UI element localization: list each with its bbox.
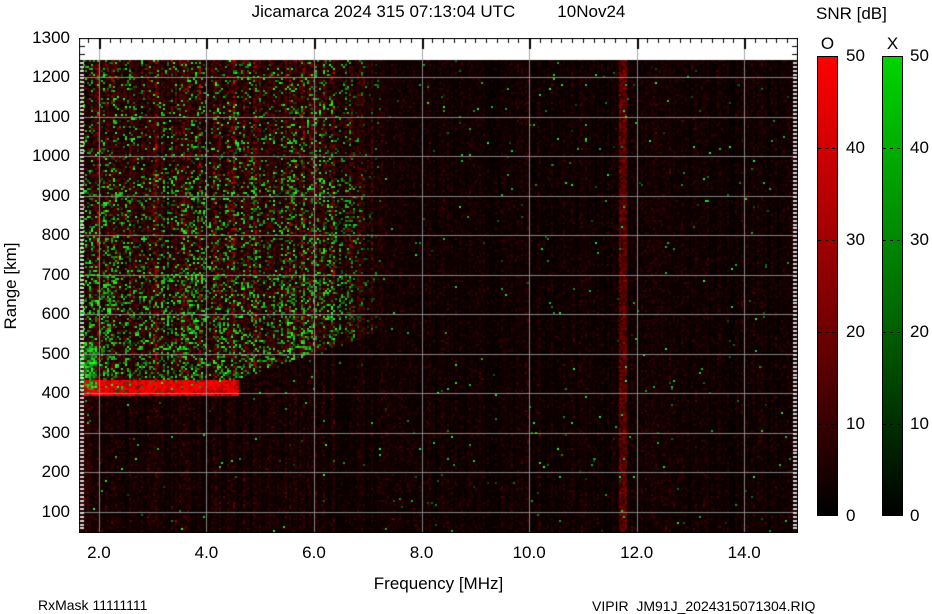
data-file-text: VIPIR JM91J_2024315071304.RIQ <box>592 598 816 614</box>
plot-title-main: Jicamarca 2024 315 07:13:04 UTC <box>251 2 516 21</box>
o-colorbar-tick-label: 10 <box>846 414 865 433</box>
y-tick-label: 400 <box>41 383 70 403</box>
x-tick-label: 14.0 <box>727 543 761 562</box>
x-colorbar-tick-label: 40 <box>910 138 929 157</box>
colorbar-dash-mark <box>883 148 902 149</box>
rx-mask-text: RxMask 11111111 <box>38 597 148 613</box>
x-tick-label: 12.0 <box>620 543 654 562</box>
o-trace-label: O <box>820 34 835 53</box>
y-tick-label: 100 <box>41 501 70 521</box>
x-tick-label: 8.0 <box>409 543 434 562</box>
x-colorbar-tick-label: 50 <box>910 46 929 65</box>
x-colorbar-tick-label: 10 <box>910 414 929 433</box>
y-tick-label: 900 <box>41 185 70 205</box>
colorbar-dash-mark <box>818 332 837 333</box>
x-tick-label: 4.0 <box>194 543 219 562</box>
x-axis-label: Frequency [MHz] <box>373 574 504 593</box>
o-colorbar-tick-label: 50 <box>846 46 865 65</box>
x-tick-label: 10.0 <box>512 543 546 562</box>
colorbar-dash-mark <box>818 148 837 149</box>
x-tick-label: 2.0 <box>87 543 111 562</box>
plot-title-date: 10Nov24 <box>557 2 626 21</box>
x-trace-label: X <box>886 34 899 53</box>
colorbar-dash-mark <box>883 332 902 333</box>
ionogram-plot <box>79 38 798 533</box>
o-colorbar-tick-label: 30 <box>846 230 865 249</box>
x-colorbar-tick-label: 30 <box>910 230 929 249</box>
x-colorbar-tick-label: 0 <box>910 506 920 525</box>
y-tick-label: 200 <box>41 462 70 482</box>
o-colorbar-tick-label: 20 <box>846 322 865 341</box>
ionogram-app: Jicamarca 2024 315 07:13:04 UTC 10Nov24 … <box>0 0 932 614</box>
colorbar-dash-mark <box>883 240 902 241</box>
y-tick-label: 300 <box>41 422 70 442</box>
x-tick-label: 6.0 <box>302 543 326 562</box>
y-tick-label: 1100 <box>33 106 70 126</box>
y-tick-label: 1300 <box>32 28 70 47</box>
o-colorbar-tick-label: 0 <box>846 506 856 525</box>
y-tick-label: 800 <box>41 225 70 245</box>
y-tick-label: 1000 <box>32 146 70 166</box>
colorbar-dash-mark <box>883 424 902 425</box>
x-colorbar <box>882 56 903 516</box>
o-colorbar <box>817 56 838 516</box>
colorbar-title: SNR [dB] <box>816 4 887 23</box>
y-tick-label: 600 <box>41 304 70 324</box>
o-colorbar-tick-label: 40 <box>846 138 865 157</box>
colorbar-dash-mark <box>818 424 837 425</box>
x-colorbar-tick-label: 20 <box>910 322 929 341</box>
plot-title: Jicamarca 2024 315 07:13:04 UTC 10Nov24 <box>79 2 798 22</box>
colorbar-dash-mark <box>818 240 837 241</box>
y-tick-label: 500 <box>41 343 70 363</box>
y-axis-label: Range [km] <box>1 242 20 330</box>
y-tick-label: 1200 <box>32 67 70 87</box>
y-tick-label: 700 <box>41 264 70 284</box>
